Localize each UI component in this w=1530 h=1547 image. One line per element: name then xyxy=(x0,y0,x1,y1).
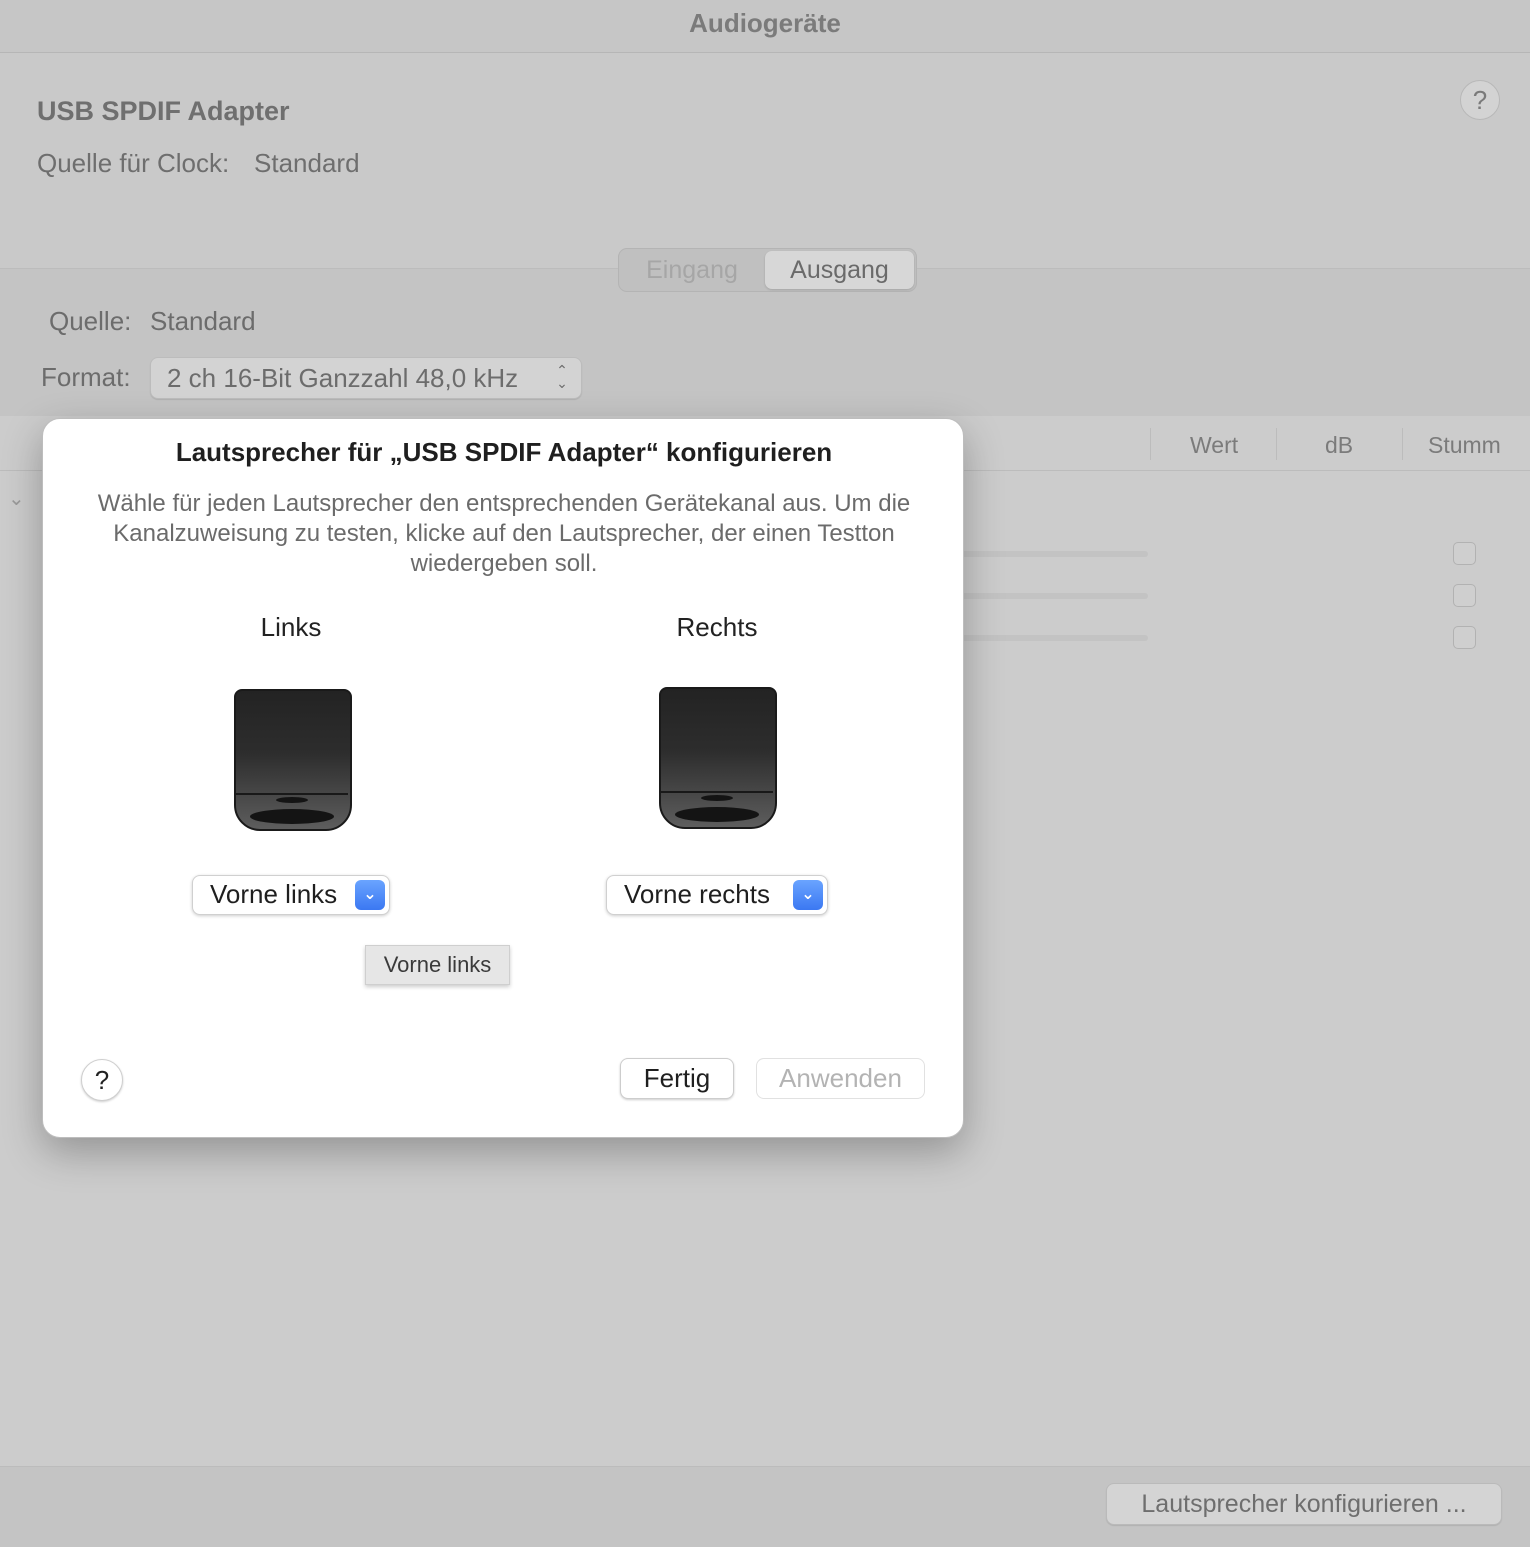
device-name: USB SPDIF Adapter xyxy=(37,96,290,126)
format-select[interactable]: 2 ch 16-Bit Ganzzahl 48,0 kHz ⌃ ⌄ xyxy=(150,357,582,399)
configure-speakers-sheet: Lautsprecher für „USB SPDIF Adapter“ kon… xyxy=(42,418,964,1138)
volume-slider[interactable] xyxy=(960,635,1148,641)
speaker-base-line xyxy=(659,791,773,793)
column-separator xyxy=(1150,428,1151,460)
speaker-left-button[interactable] xyxy=(234,689,352,831)
right-channel-popup[interactable]: Vorne rechts ⌄ xyxy=(606,875,828,915)
column-header-db: dB xyxy=(1325,432,1354,458)
apply-button[interactable]: Anwenden xyxy=(756,1058,925,1099)
configure-speakers-button[interactable]: Lautsprecher konfigurieren ... xyxy=(1106,1483,1502,1525)
speaker-label-rechts: Rechts xyxy=(676,612,758,642)
left-channel-popup[interactable]: Vorne links ⌄ xyxy=(192,875,390,915)
source-label: Quelle: xyxy=(49,306,132,336)
chevron-down-icon: ⌄ xyxy=(355,880,385,910)
right-channel-value: Vorne rechts xyxy=(624,879,770,909)
left-channel-value: Vorne links xyxy=(210,879,338,909)
sheet-description: Wähle für jeden Lautsprecher den entspre… xyxy=(97,490,911,577)
source-value: Standard xyxy=(150,306,256,336)
input-output-segmented-control: Eingang Ausgang xyxy=(618,248,917,292)
clock-source-label: Quelle für Clock: xyxy=(37,148,230,178)
speaker-woofer xyxy=(675,807,759,822)
speaker-label-links: Links xyxy=(260,612,322,642)
volume-slider[interactable] xyxy=(960,551,1148,557)
question-mark-icon: ? xyxy=(94,1065,110,1095)
tab-ausgang[interactable]: Ausgang xyxy=(765,251,914,289)
done-button[interactable]: Fertig xyxy=(620,1058,734,1099)
channel-tooltip: Vorne links xyxy=(365,945,510,985)
column-separator xyxy=(1402,428,1403,460)
chevron-down-icon[interactable]: ⌄ xyxy=(8,486,25,511)
device-header-area xyxy=(0,53,1530,268)
up-down-chevrons-icon: ⌃ ⌄ xyxy=(556,362,568,391)
format-value: 2 ch 16-Bit Ganzzahl 48,0 kHz xyxy=(167,363,519,393)
sheet-title: Lautsprecher für „USB SPDIF Adapter“ kon… xyxy=(175,437,833,467)
volume-slider[interactable] xyxy=(960,593,1148,599)
column-header-stumm: Stumm xyxy=(1428,432,1501,458)
speaker-right-button[interactable] xyxy=(659,687,777,829)
tab-eingang[interactable]: Eingang xyxy=(619,249,765,291)
mute-checkbox[interactable] xyxy=(1453,542,1476,565)
window-title: Audiogeräte xyxy=(0,0,1530,53)
sheet-help-button[interactable]: ? xyxy=(81,1059,123,1101)
mute-checkbox[interactable] xyxy=(1453,626,1476,649)
format-label: Format: xyxy=(41,362,131,392)
help-button[interactable]: ? xyxy=(1460,80,1500,120)
speaker-tweeter xyxy=(276,797,308,803)
chevron-down-icon: ⌄ xyxy=(793,880,823,910)
column-separator xyxy=(1276,428,1277,460)
mute-checkbox[interactable] xyxy=(1453,584,1476,607)
speaker-base-line xyxy=(234,793,348,795)
clock-source-value: Standard xyxy=(254,148,360,178)
column-header-wert: Wert xyxy=(1190,432,1239,458)
speaker-tweeter xyxy=(701,795,733,801)
question-mark-icon: ? xyxy=(1472,85,1488,115)
speaker-woofer xyxy=(250,809,334,824)
